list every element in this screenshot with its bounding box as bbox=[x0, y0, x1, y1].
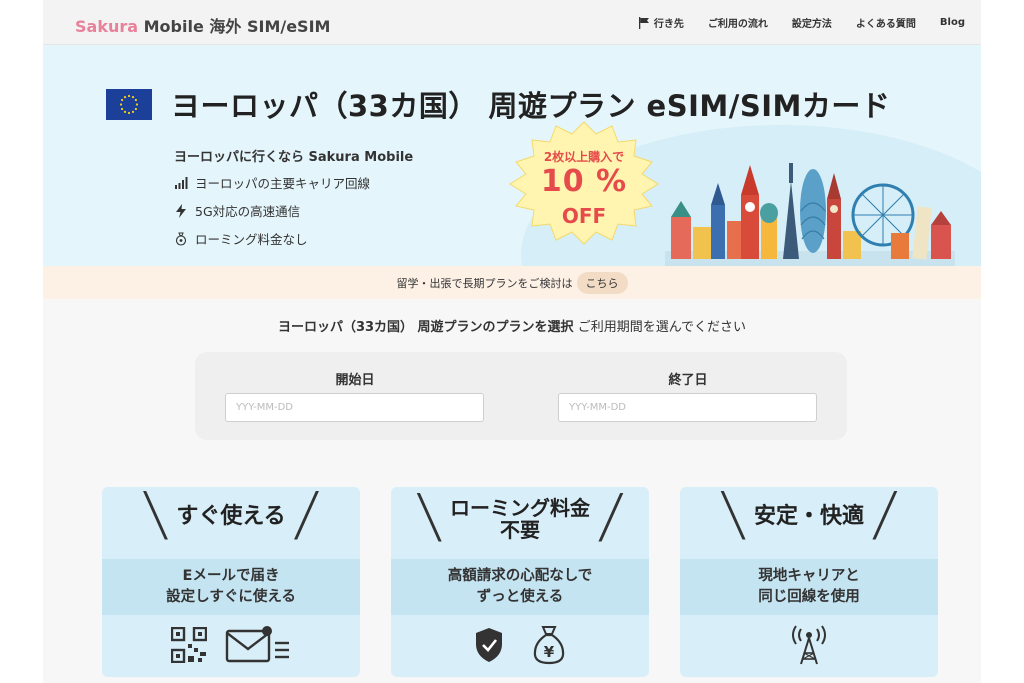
site-header: Sakura Mobile 海外 SIM/eSIM 行き先 ご利用の流れ 設定方… bbox=[43, 0, 981, 45]
logo-suffix: 海外 SIM/eSIM bbox=[209, 17, 331, 36]
strip-text: 留学・出張で長期プランをご検討は bbox=[396, 276, 573, 290]
nav-item-label: ご利用の流れ bbox=[707, 19, 768, 30]
logo-brand-1: Sakura bbox=[75, 17, 139, 36]
card-title: ╲ ローミング料金 不要 ╱ bbox=[391, 497, 649, 541]
badge-line-1: 2枚以上購入で bbox=[543, 150, 625, 164]
svg-text:¥: ¥ bbox=[544, 643, 555, 661]
nav-item-faq[interactable]: よくある質問 bbox=[856, 15, 916, 30]
date-range-card: 開始日 終了日 bbox=[195, 352, 847, 440]
coin-bag-icon bbox=[175, 232, 187, 246]
nav-item-label: よくある質問 bbox=[855, 19, 916, 30]
slash-left: ╲ bbox=[144, 492, 167, 540]
flag-icon bbox=[638, 16, 649, 29]
main-nav: 行き先 ご利用の流れ 設定方法 よくある質問 Blog bbox=[638, 15, 965, 30]
card-title-text: ローミング料金 不要 bbox=[450, 496, 590, 542]
nav-item-label: 設定方法 bbox=[791, 19, 832, 30]
long-term-plan-strip: 留学・出張で長期プランをご検討は こちら bbox=[43, 266, 981, 299]
nav-item-flow[interactable]: ご利用の流れ bbox=[708, 15, 768, 30]
shield-check-icon bbox=[476, 628, 502, 662]
card-body: Eメールで届き 設定しすぐに使える bbox=[102, 559, 360, 615]
antenna-tower-icon bbox=[792, 625, 826, 665]
end-date-label: 終了日 bbox=[668, 373, 708, 388]
card-body: 現地キャリアと 同じ回線を使用 bbox=[680, 559, 938, 615]
feature-card-stable: ╲ 安定・快適 ╱ 現地キャリアと 同じ回線を使用 bbox=[680, 487, 938, 677]
eu-flag-icon bbox=[106, 89, 152, 120]
badge-line-2: 10 % bbox=[540, 164, 628, 199]
feature-card-no-roaming: ╲ ローミング料金 不要 ╱ 高額請求の心配なしで ずっと使える ¥ bbox=[391, 487, 649, 677]
hero-banner: ヨーロッパ（33カ国） 周遊プラン eSIM/SIMカード ヨーロッパに行くなら… bbox=[43, 45, 981, 266]
nav-item-blog[interactable]: Blog bbox=[940, 15, 965, 30]
slash-left: ╲ bbox=[418, 494, 440, 542]
yen-bag-icon: ¥ bbox=[533, 626, 565, 665]
lightning-icon bbox=[176, 203, 186, 218]
nav-item-setup[interactable]: 設定方法 bbox=[792, 15, 832, 30]
card-title: ╲ すぐ使える ╱ bbox=[102, 492, 360, 540]
card-title: ╲ 安定・快適 ╱ bbox=[680, 492, 938, 540]
card-title-text: 安定・快適 bbox=[753, 503, 864, 529]
start-date-input[interactable] bbox=[225, 393, 484, 422]
mail-icon bbox=[225, 626, 289, 663]
page: Sakura Mobile 海外 SIM/eSIM 行き先 ご利用の流れ 設定方… bbox=[43, 0, 981, 683]
feature-text: ローミング料金なし bbox=[195, 232, 308, 247]
badge-line-3: OFF bbox=[561, 204, 607, 228]
feature-text: 5G対応の高速通信 bbox=[195, 204, 301, 219]
plan-select-heading-bold: ヨーロッパ（33カ国） 周遊プランのプランを選択 bbox=[277, 320, 574, 335]
europe-landmarks-illustration bbox=[665, 163, 955, 266]
qr-code-icon bbox=[171, 627, 207, 663]
discount-badge: 2枚以上購入で 10 % OFF bbox=[498, 120, 670, 246]
card-title-text: すぐ使える bbox=[176, 503, 286, 529]
signal-bars-icon bbox=[175, 176, 188, 189]
slash-right: ╱ bbox=[874, 492, 896, 540]
slash-right: ╱ bbox=[600, 494, 622, 542]
card-icons bbox=[680, 623, 938, 667]
nav-item-destinations[interactable]: 行き先 bbox=[638, 15, 684, 30]
end-date-input[interactable] bbox=[558, 393, 817, 422]
slash-right: ╱ bbox=[295, 492, 318, 540]
nav-item-label: Blog bbox=[939, 17, 965, 28]
feature-text: ヨーロッパの主要キャリア回線 bbox=[195, 176, 371, 191]
logo-brand-2: Mobile bbox=[143, 17, 204, 36]
card-icons bbox=[102, 623, 360, 667]
feature-carrier: ヨーロッパの主要キャリア回線 bbox=[174, 173, 370, 192]
feature-roaming: ローミング料金なし bbox=[174, 229, 308, 248]
card-icons: ¥ bbox=[391, 623, 649, 667]
hero-title: ヨーロッパ（33カ国） 周遊プラン eSIM/SIMカード bbox=[171, 89, 891, 123]
start-date-label: 開始日 bbox=[335, 373, 375, 388]
card-body: 高額請求の心配なしで ずっと使える bbox=[391, 559, 649, 615]
plan-select-heading: ヨーロッパ（33カ国） 周遊プランのプランを選択 ご利用期間を選んでください bbox=[43, 316, 981, 335]
nav-item-label: 行き先 bbox=[653, 19, 684, 30]
site-logo[interactable]: Sakura Mobile 海外 SIM/eSIM bbox=[75, 13, 330, 37]
feature-5g: 5G対応の高速通信 bbox=[174, 201, 300, 220]
feature-card-instant: ╲ すぐ使える ╱ Eメールで届き 設定しすぐに使える bbox=[102, 487, 360, 677]
hero-subtitle: ヨーロッパに行くなら Sakura Mobile bbox=[174, 150, 414, 165]
slash-left: ╲ bbox=[722, 492, 744, 540]
plan-select-heading-rest: ご利用期間を選んでください bbox=[577, 320, 747, 335]
long-term-plan-link[interactable]: こちら bbox=[576, 271, 628, 294]
